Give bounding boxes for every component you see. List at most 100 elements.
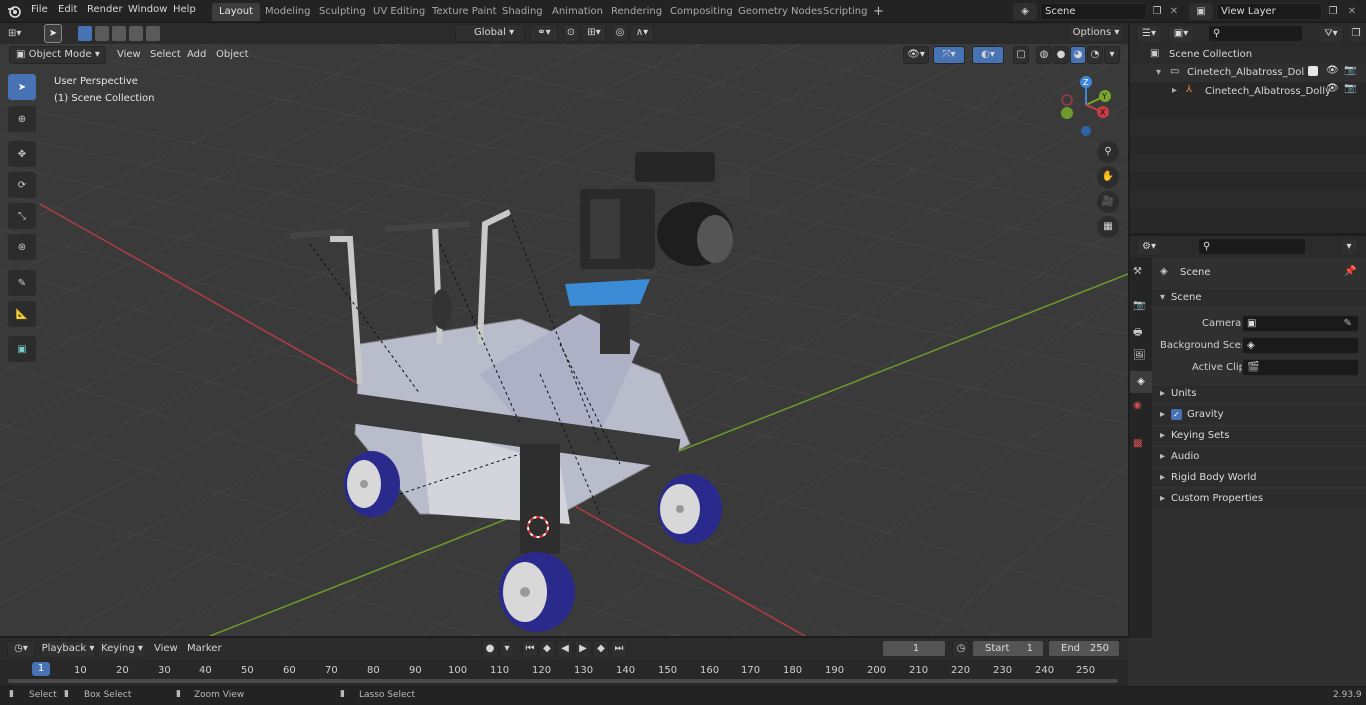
- output-tab-icon[interactable]: 🖶: [1133, 325, 1142, 342]
- cursor-tool-icon[interactable]: ⊕: [8, 106, 36, 132]
- view-layer-tab-icon[interactable]: 🖼: [1133, 350, 1146, 361]
- select-mode-intersect-icon[interactable]: [146, 26, 160, 41]
- menu-view[interactable]: View: [117, 49, 141, 60]
- outliner-row-scene-collection[interactable]: ▣ Scene Collection: [1130, 46, 1366, 64]
- rendered-shading-icon[interactable]: ◔: [1087, 46, 1103, 64]
- mode-dropdown[interactable]: ▣ Object Mode ▾: [9, 46, 106, 64]
- snap-icon[interactable]: ⊙: [563, 24, 579, 42]
- world-tab-icon[interactable]: ◉: [1133, 400, 1142, 411]
- units-panel-header[interactable]: ▸ Units: [1152, 385, 1366, 403]
- start-frame-field[interactable]: Start 1: [972, 640, 1044, 657]
- scene-tab-icon[interactable]: ◈: [1130, 371, 1152, 393]
- scale-tool-icon[interactable]: ⤡: [8, 203, 36, 229]
- camera-field[interactable]: ▣ ✎: [1242, 315, 1359, 332]
- menu-edit[interactable]: Edit: [58, 4, 77, 15]
- use-preview-range-icon[interactable]: ◷: [952, 640, 970, 658]
- gizmo-toggle-icon[interactable]: ⤧▾: [933, 46, 965, 64]
- play-icon[interactable]: ▶: [575, 640, 591, 658]
- play-reverse-icon[interactable]: ◀: [557, 640, 573, 658]
- outliner-row-item1[interactable]: ▾ ▭ Cinetech_Albatross_Dolly_with 👁 📷: [1130, 64, 1366, 82]
- view-layer-icon[interactable]: ▣: [1189, 3, 1213, 20]
- proportional-editing-icon[interactable]: ◎: [612, 24, 628, 42]
- outliner-search-input[interactable]: ⚲: [1208, 25, 1303, 42]
- select-mode-subtract-icon[interactable]: [112, 26, 126, 41]
- visibility-icon[interactable]: 👁▾: [903, 46, 929, 64]
- properties-options-icon[interactable]: ▾: [1340, 238, 1358, 256]
- select-box-tool-icon[interactable]: ➤: [8, 74, 36, 100]
- timeline-editor-type-icon[interactable]: ◷▾: [7, 640, 35, 658]
- copy-view-layer-icon[interactable]: ❐: [1325, 3, 1341, 20]
- keying-dropdown[interactable]: Keying ▾: [98, 640, 146, 658]
- menu-help[interactable]: Help: [173, 4, 196, 15]
- tab-geometry-nodes[interactable]: Geometry Nodes: [731, 3, 829, 21]
- overlays-toggle-icon[interactable]: ◐▾: [972, 46, 1004, 64]
- audio-panel-header[interactable]: ▸ Audio: [1152, 448, 1366, 466]
- gravity-checkbox[interactable]: ✓: [1171, 409, 1182, 420]
- tab-modeling[interactable]: Modeling: [258, 3, 318, 21]
- falloff-icon[interactable]: ∧▾: [630, 24, 654, 42]
- outliner-row-item2[interactable]: ▸ ⅄ Cinetech_Albatross_Dolly 👁 📷: [1130, 82, 1366, 100]
- timeline-menu-view[interactable]: View: [154, 643, 178, 654]
- properties-editor-type-icon[interactable]: ⚙▾: [1136, 238, 1162, 256]
- zoom-icon[interactable]: ⚲: [1097, 141, 1119, 163]
- timeline-ruler[interactable]: 1 10 20 30 40 50 60 70 80 90 100 110 120…: [0, 660, 1128, 683]
- tab-uv-editing[interactable]: UV Editing: [366, 3, 432, 21]
- menu-window[interactable]: Window: [128, 4, 167, 15]
- close-scene-icon[interactable]: ✕: [1167, 3, 1181, 20]
- keying-sets-panel-header[interactable]: ▸ Keying Sets: [1152, 427, 1366, 445]
- record-icon[interactable]: ●: [482, 640, 498, 658]
- blender-logo-icon[interactable]: [7, 4, 22, 19]
- solid-shading-icon[interactable]: ●: [1053, 46, 1069, 64]
- next-keyframe-icon[interactable]: ◆: [593, 640, 609, 658]
- menu-file[interactable]: File: [31, 4, 48, 15]
- filter-icon[interactable]: ⛛▾: [1318, 25, 1344, 43]
- timeline-scrollbar[interactable]: [8, 679, 1118, 683]
- move-tool-icon[interactable]: ✥: [8, 141, 36, 167]
- select-mode-invert-icon[interactable]: [129, 26, 143, 41]
- render-tab-icon[interactable]: 📷: [1133, 300, 1145, 311]
- pivot-point-icon[interactable]: ⚭▾: [530, 24, 558, 42]
- 3d-viewport[interactable]: User Perspective (1) Scene Collection ➤ …: [0, 44, 1128, 636]
- background-scene-field[interactable]: ◈: [1242, 337, 1359, 354]
- properties-search-input[interactable]: ⚲: [1198, 238, 1306, 255]
- gravity-panel-header[interactable]: ▸ ✓ Gravity: [1152, 406, 1366, 424]
- annotate-tool-icon[interactable]: ✎: [8, 270, 36, 296]
- transform-tool-icon[interactable]: ⊛: [8, 234, 36, 260]
- wireframe-shading-icon[interactable]: ◍: [1036, 46, 1052, 64]
- new-collection-icon[interactable]: ❐: [1348, 25, 1364, 43]
- measure-tool-icon[interactable]: 📐: [8, 301, 36, 327]
- jump-end-icon[interactable]: ⏭: [611, 640, 627, 658]
- playhead[interactable]: 1: [32, 662, 50, 676]
- menu-select[interactable]: Select: [150, 49, 181, 60]
- tab-shading[interactable]: Shading: [495, 3, 550, 21]
- menu-render[interactable]: Render: [87, 4, 123, 15]
- rigid-body-world-panel-header[interactable]: ▸ Rigid Body World: [1152, 469, 1366, 487]
- timeline-menu-marker[interactable]: Marker: [187, 643, 222, 654]
- shading-options-icon[interactable]: ▾: [1104, 46, 1120, 64]
- navigation-gizmo[interactable]: Z Y X: [1055, 74, 1117, 136]
- camera-view-icon[interactable]: 🎥: [1097, 191, 1119, 213]
- current-frame-field[interactable]: 1: [882, 640, 946, 657]
- tab-texture-paint[interactable]: Texture Paint: [425, 3, 504, 21]
- tab-sculpting[interactable]: Sculpting: [312, 3, 373, 21]
- scene-panel-header[interactable]: ▾ Scene: [1152, 289, 1366, 307]
- tab-animation[interactable]: Animation: [545, 3, 610, 21]
- render-camera-icon[interactable]: 📷: [1344, 83, 1356, 94]
- add-cube-tool-icon[interactable]: ▣: [8, 336, 36, 362]
- playback-dropdown[interactable]: Playback ▾: [40, 640, 96, 658]
- xray-toggle-icon[interactable]: ▢: [1013, 46, 1029, 64]
- rotate-tool-icon[interactable]: ⟳: [8, 172, 36, 198]
- active-tool-icon[interactable]: ➤: [44, 24, 62, 43]
- tab-compositing[interactable]: Compositing: [663, 3, 740, 21]
- close-view-layer-icon[interactable]: ✕: [1345, 3, 1359, 20]
- copy-scene-icon[interactable]: ❐: [1149, 3, 1165, 20]
- active-clip-field[interactable]: 🎬: [1242, 359, 1359, 376]
- ortho-toggle-icon[interactable]: ▦: [1097, 216, 1119, 238]
- scene-field[interactable]: Scene: [1040, 3, 1147, 20]
- render-camera-icon[interactable]: 📷: [1344, 65, 1356, 76]
- display-mode-icon[interactable]: ▣▾: [1168, 25, 1194, 43]
- options-button[interactable]: Options ▾: [1068, 24, 1124, 42]
- transform-orientation-dropdown[interactable]: Global ▾: [455, 24, 525, 42]
- add-workspace-icon[interactable]: +: [866, 3, 891, 21]
- exclude-checkbox[interactable]: [1308, 66, 1318, 76]
